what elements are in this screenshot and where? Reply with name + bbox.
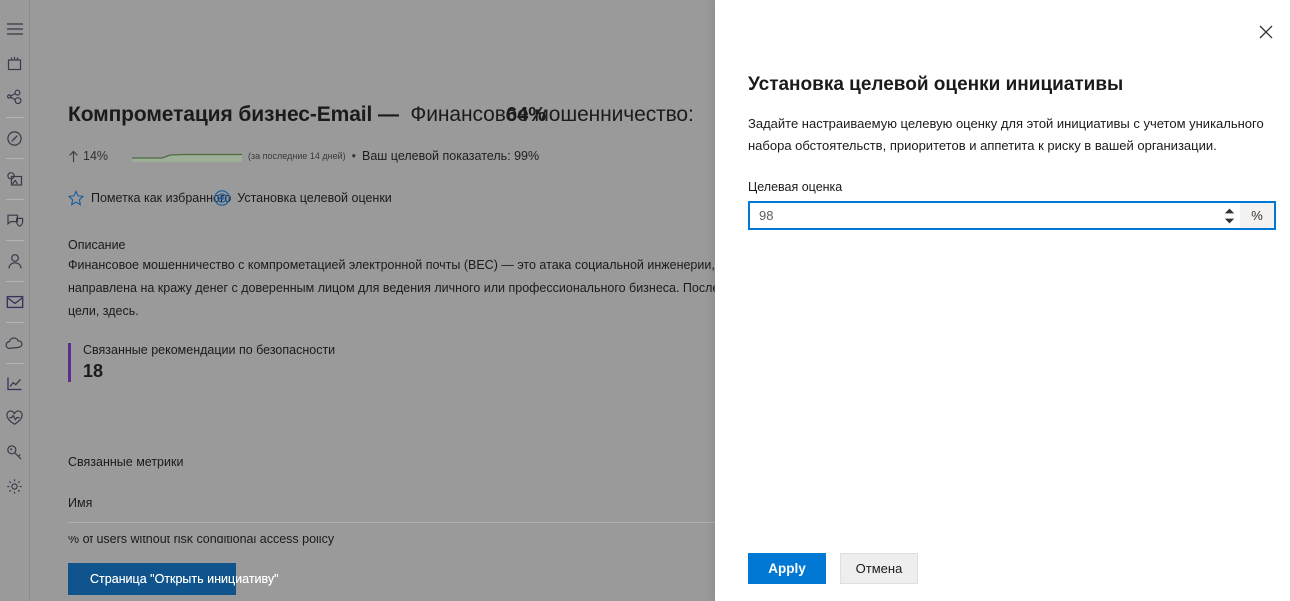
target-score-note: Ваш целевой показатель: 99% xyxy=(362,149,540,163)
cloud-apps-icon[interactable] xyxy=(0,326,30,360)
related-recommendations-card[interactable]: Связанные рекомендации по безопасности 1… xyxy=(68,343,335,382)
app-root: Компрометация бизнес-Email — Финансовое … xyxy=(0,0,1290,601)
panel-description: Задайте настраиваемую целевую оценку для… xyxy=(748,116,1264,153)
metrics-column-header-name: Имя xyxy=(68,496,93,510)
target-bullseye-icon xyxy=(213,189,231,207)
open-initiative-page-label: Страница "Открыть инициативу" xyxy=(90,572,279,586)
reports-chart-icon[interactable] xyxy=(0,367,30,401)
table-row[interactable]: % of users without risk conditional acce… xyxy=(68,536,758,548)
secure-score-heart-icon[interactable] xyxy=(0,401,30,435)
rail-divider xyxy=(5,117,24,118)
related-recommendations-title: Связанные рекомендации по безопасности xyxy=(83,343,336,357)
set-target-score-panel: Установка целевой оценки инициативы Зада… xyxy=(715,0,1290,601)
rail-divider xyxy=(5,199,24,200)
current-score-value: 64% xyxy=(506,104,547,126)
target-score-field-label: Целевая оценка xyxy=(748,180,843,194)
page-title-strong: Компрометация бизнес-Email — xyxy=(68,103,399,126)
trend-percent: 14% xyxy=(83,149,109,163)
panel-title: Установка целевой оценки инициативы xyxy=(748,73,1124,95)
threat-analytics-icon[interactable] xyxy=(0,162,30,196)
set-target-score-label: Установка целевой оценки xyxy=(237,191,392,205)
trend-sparkline xyxy=(132,150,243,162)
rail-divider xyxy=(5,158,24,159)
set-target-score-button[interactable]: Установка целевой оценки xyxy=(213,189,392,207)
device-shield-icon[interactable] xyxy=(0,203,30,237)
initiative-action-row: Пометка как избранного Установка целевой… xyxy=(68,189,392,207)
target-score-field[interactable]: % xyxy=(748,201,1276,230)
email-envelope-icon[interactable] xyxy=(0,285,30,319)
permissions-key-icon[interactable] xyxy=(0,435,30,469)
cancel-button[interactable]: Отмена xyxy=(840,553,918,584)
star-icon xyxy=(68,190,84,206)
metrics-row-name: % of users without risk conditional acce… xyxy=(68,536,335,546)
settings-gear-icon[interactable] xyxy=(0,469,30,503)
rail-divider xyxy=(5,281,24,282)
chevron-down-icon[interactable] xyxy=(1223,217,1235,224)
trend-period-note: (за последние 14 дней) xyxy=(248,151,346,161)
target-score-input[interactable] xyxy=(750,203,1218,228)
related-metrics-label: Связанные метрики xyxy=(68,455,184,469)
apply-button[interactable]: Apply xyxy=(748,553,826,584)
hamburger-menu-icon[interactable] xyxy=(0,12,30,46)
rail-divider xyxy=(5,240,24,241)
description-text: Финансовое мошенничество с компрометацие… xyxy=(68,258,767,318)
related-recommendations-count: 18 xyxy=(83,361,104,381)
close-icon[interactable] xyxy=(1250,16,1282,48)
home-dashboard-icon[interactable] xyxy=(0,46,30,80)
trend-separator: • xyxy=(351,149,357,163)
chevron-up-icon[interactable] xyxy=(1223,207,1235,214)
mark-as-favorite-button[interactable]: Пометка как избранного xyxy=(68,190,231,206)
mark-as-favorite-label: Пометка как избранного xyxy=(91,191,232,205)
trend-summary-row: 14% (за последние 14 дней) • Ваш целевой… xyxy=(68,149,539,163)
target-score-spinner[interactable] xyxy=(1218,203,1240,228)
metrics-table-divider xyxy=(68,522,758,523)
description-label: Описание xyxy=(68,238,126,252)
panel-footer: Apply Отмена xyxy=(748,553,918,584)
page-title-rest: Финансовое мошенничество: xyxy=(410,103,694,126)
left-navigation-rail xyxy=(0,0,30,601)
hunting-compass-icon[interactable] xyxy=(0,121,30,155)
incidents-graph-icon[interactable] xyxy=(0,80,30,114)
percent-suffix-label: % xyxy=(1240,203,1274,228)
trend-up-arrow-icon xyxy=(68,150,79,163)
rail-divider xyxy=(5,322,24,323)
page-title: Компрометация бизнес-Email — Финансовое … xyxy=(68,103,694,127)
rail-divider xyxy=(5,363,24,364)
identities-person-icon[interactable] xyxy=(0,244,30,278)
